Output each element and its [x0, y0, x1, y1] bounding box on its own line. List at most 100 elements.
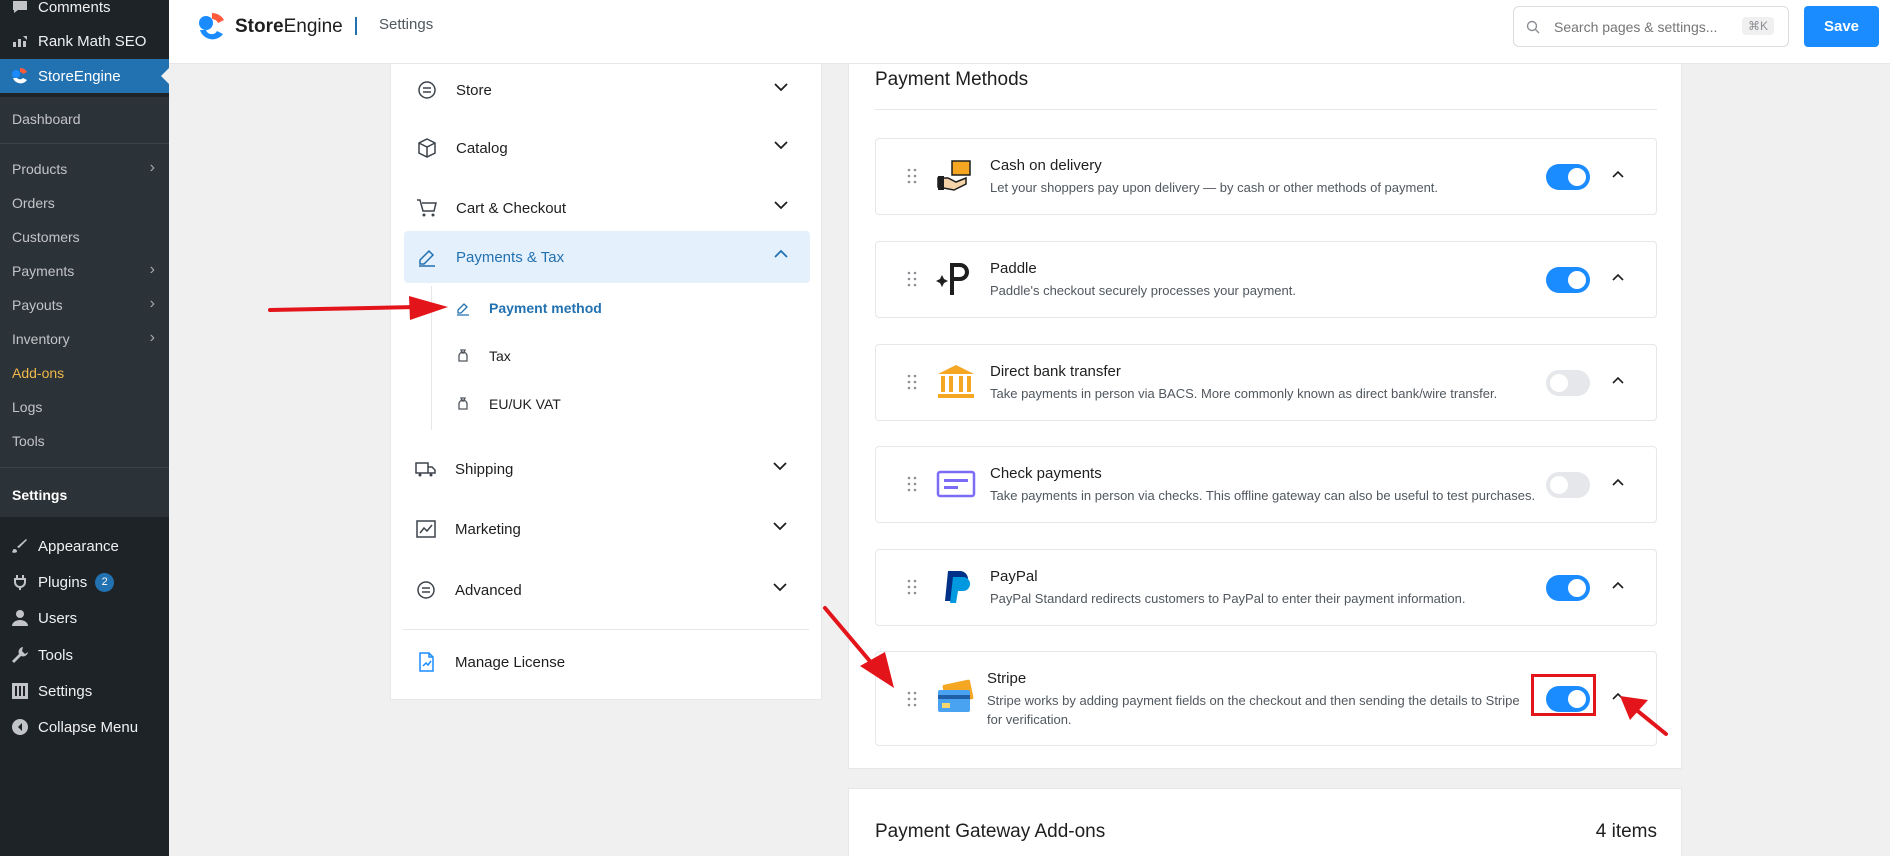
wp-sub-payments[interactable]: Payments — [12, 263, 74, 279]
chevron-down-icon — [774, 141, 788, 150]
payment-method-row: Direct bank transfer Take payments in pe… — [875, 344, 1657, 421]
save-button[interactable]: Save — [1804, 6, 1879, 47]
stripe-card-icon — [938, 679, 974, 712]
chevron-up-icon[interactable] — [1610, 167, 1626, 183]
nav-item-store[interactable]: Store — [404, 64, 810, 116]
brand[interactable]: StoreEngine — [195, 10, 343, 44]
nav-item-shipping[interactable]: Shipping — [403, 443, 809, 495]
wp-menu-plugins[interactable]: Plugins 2 — [0, 565, 169, 599]
payment-method-desc: PayPal Standard redirects customers to P… — [990, 591, 1466, 606]
toggle-knob — [1550, 476, 1568, 494]
chart-icon — [416, 520, 436, 538]
wp-menu-label: Tools — [38, 646, 74, 664]
payment-method-name: PayPal — [990, 568, 1038, 585]
wp-menu-label: Appearance — [38, 537, 119, 555]
wp-menu-label: StoreEngine — [38, 67, 121, 85]
chevron-up-icon[interactable] — [1610, 475, 1626, 491]
chevron-up-icon[interactable] — [1610, 270, 1626, 286]
wp-sub-logs[interactable]: Logs — [12, 399, 42, 415]
user-icon — [10, 608, 30, 628]
brush-icon — [10, 536, 30, 556]
payments-icon — [419, 249, 435, 267]
drag-handle-icon[interactable] — [906, 271, 918, 287]
advanced-icon — [417, 581, 435, 599]
wp-admin-sidebar: Comments Rank Math SEO StoreEngine Dashb… — [0, 0, 169, 856]
wp-menu-label: Collapse Menu — [38, 718, 139, 736]
nav-label: Manage License — [455, 653, 566, 671]
wp-menu-appearance[interactable]: Appearance — [0, 529, 169, 563]
comments-icon — [10, 0, 30, 17]
plugin-icon — [10, 572, 30, 592]
wp-sub-settings[interactable]: Settings — [12, 487, 67, 503]
wrench-icon — [10, 645, 30, 665]
wp-submenu-storeengine: Dashboard Products › Orders Customers Pa… — [0, 97, 169, 517]
drag-handle-icon[interactable] — [906, 374, 918, 390]
payment-method-desc: Paddle's checkout securely processes you… — [990, 283, 1296, 298]
wp-menu-label: Settings — [38, 682, 93, 700]
nav-item-cart-checkout[interactable]: Cart & Checkout — [404, 182, 810, 234]
nav-label: Store — [456, 81, 492, 99]
wp-menu-label: Comments — [38, 0, 111, 16]
toggle-knob — [1568, 271, 1586, 289]
wp-menu-settings[interactable]: Settings — [0, 674, 169, 708]
nav-divider — [403, 629, 809, 630]
wp-sub-payouts[interactable]: Payouts — [12, 297, 63, 313]
nav-item-marketing[interactable]: Marketing — [403, 503, 809, 555]
search-input[interactable] — [1554, 18, 1734, 35]
drag-handle-icon[interactable] — [906, 168, 918, 184]
wp-sub-products[interactable]: Products — [12, 161, 67, 177]
nav-sub-payment-method[interactable]: Payment method — [455, 293, 602, 323]
wp-menu-users[interactable]: Users — [0, 601, 169, 635]
chevron-down-icon — [774, 201, 788, 210]
app-header: StoreEngine Settings ⌘K Save — [169, 0, 1890, 64]
page-title: Settings — [379, 16, 434, 33]
payments-icon — [457, 303, 469, 316]
enable-toggle[interactable] — [1546, 575, 1590, 601]
payment-gateway-addons-card: Payment Gateway Add-ons 4 items — [848, 788, 1682, 856]
truck-icon — [415, 462, 436, 477]
drag-handle-icon[interactable] — [906, 579, 918, 595]
nav-item-catalog[interactable]: Catalog — [404, 122, 810, 174]
wp-menu-storeengine[interactable]: StoreEngine — [0, 59, 169, 93]
nav-label: Shipping — [455, 460, 514, 478]
section-title: Payment Gateway Add-ons — [875, 821, 1106, 842]
toggle-knob — [1568, 168, 1586, 186]
nav-item-advanced[interactable]: Advanced — [403, 564, 809, 616]
paddle-icon — [936, 263, 969, 295]
chevron-up-icon[interactable] — [1610, 689, 1626, 705]
collapse-icon — [10, 717, 30, 737]
wp-menu-collapse[interactable]: Collapse Menu — [0, 710, 169, 744]
wp-sub-tools[interactable]: Tools — [12, 433, 45, 449]
plugins-update-badge: 2 — [95, 572, 115, 592]
wp-menu-tools[interactable]: Tools — [0, 638, 169, 672]
wp-sub-dashboard[interactable]: Dashboard — [12, 111, 81, 127]
rank-math-icon — [10, 31, 30, 51]
money-bag-icon — [458, 349, 468, 362]
wp-menu-rank-math[interactable]: Rank Math SEO — [0, 24, 169, 58]
enable-toggle[interactable] — [1546, 267, 1590, 293]
nav-label: Marketing — [455, 520, 521, 538]
enable-toggle[interactable] — [1546, 164, 1590, 190]
drag-handle-icon[interactable] — [906, 691, 918, 707]
enable-toggle[interactable] — [1546, 370, 1590, 396]
enable-toggle[interactable] — [1546, 472, 1590, 498]
chevron-up-icon[interactable] — [1610, 578, 1626, 594]
wp-menu-comments[interactable]: Comments — [0, 0, 169, 24]
wp-sub-addons[interactable]: Add-ons — [12, 365, 64, 381]
nav-item-payments-tax[interactable]: Payments & Tax — [404, 231, 810, 283]
search-box[interactable]: ⌘K — [1513, 6, 1789, 47]
drag-handle-icon[interactable] — [906, 476, 918, 492]
license-icon — [419, 652, 434, 672]
cash-delivery-icon — [937, 160, 971, 191]
nav-sub-eu-uk-vat[interactable]: EU/UK VAT — [455, 389, 561, 419]
nav-sub-tax[interactable]: Tax — [455, 341, 511, 371]
addons-count: 4 items — [1595, 821, 1657, 842]
chevron-up-icon[interactable] — [1610, 373, 1626, 389]
chevron-right-icon: › — [149, 295, 155, 312]
wp-sub-inventory[interactable]: Inventory — [12, 331, 70, 347]
payment-method-row: Paddle Paddle's checkout securely proces… — [875, 241, 1657, 318]
wp-sub-orders[interactable]: Orders — [12, 195, 55, 211]
nav-label: Payments & Tax — [456, 248, 565, 266]
nav-item-manage-license[interactable]: Manage License — [403, 636, 809, 688]
wp-sub-customers[interactable]: Customers — [12, 229, 80, 245]
